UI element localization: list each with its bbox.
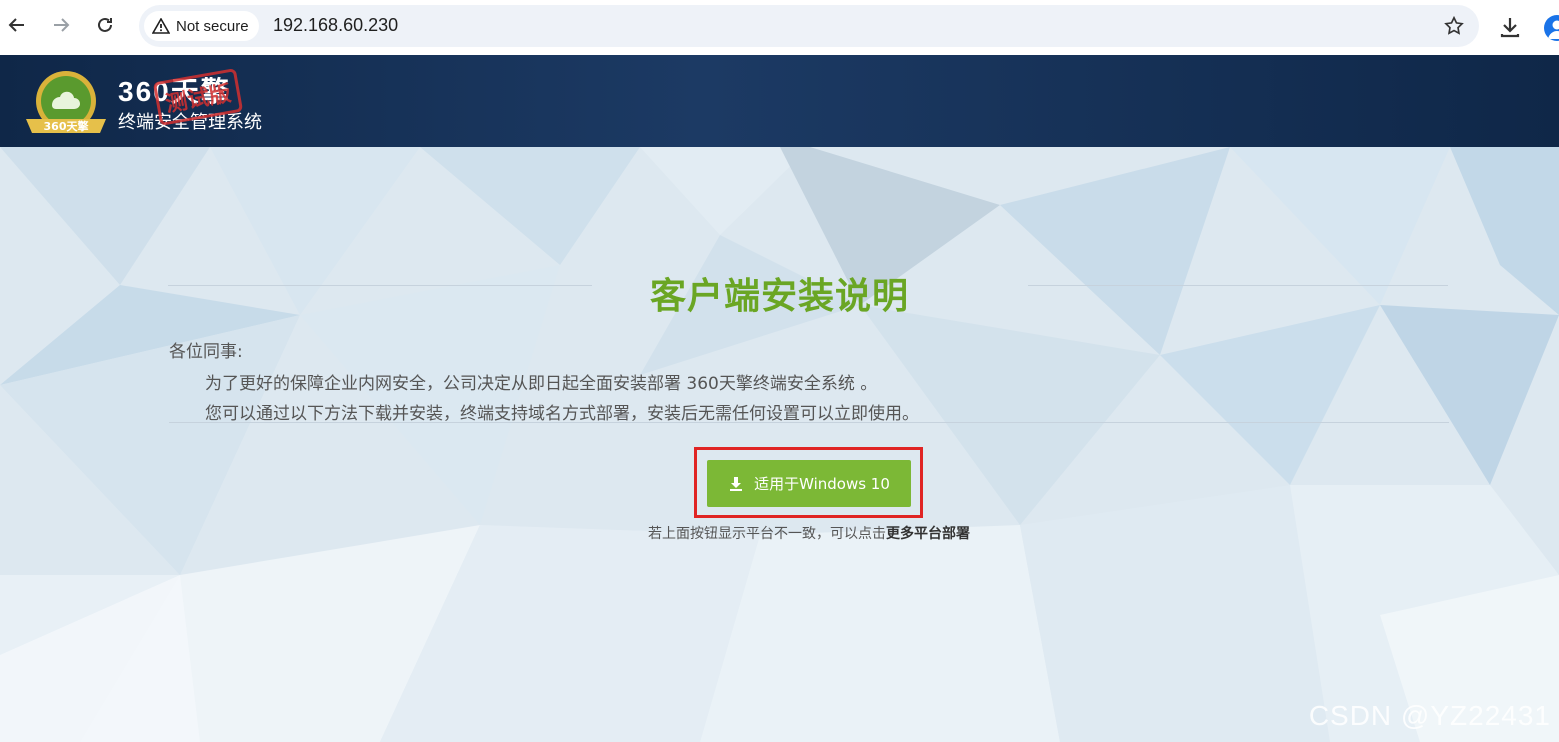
url-text[interactable]: 192.168.60.230: [273, 15, 398, 36]
downloads-icon[interactable]: [1497, 14, 1523, 40]
greeting-text: 各位同事:: [169, 342, 243, 362]
security-chip[interactable]: Not secure: [144, 11, 259, 41]
security-chip-label: Not secure: [176, 17, 249, 35]
person-icon: [1548, 20, 1559, 39]
hint-text: 若上面按钮显示平台不一致，可以点击: [648, 526, 886, 542]
reload-icon: [98, 17, 112, 32]
web-page: 360天擎 360天擎 终端安全管理系统 测试版 客户端安装说明 各位同事: 为…: [0, 55, 1559, 742]
forward-button[interactable]: [44, 8, 78, 42]
profile-avatar[interactable]: [1544, 15, 1559, 41]
platform-hint: 若上面按钮显示平台不一致，可以点击更多平台部署: [0, 523, 1559, 543]
warning-icon: [152, 18, 170, 34]
more-platforms-link[interactable]: 更多平台部署: [886, 526, 970, 542]
intro-paragraph-2: 您可以通过以下方法下载并安装，终端支持域名方式部署，安装后无需任何设置可以立即使…: [205, 404, 919, 424]
address-bar[interactable]: Not secure 192.168.60.230: [139, 5, 1479, 47]
page-title: 客户端安装说明: [649, 276, 909, 317]
download-icon: [730, 476, 743, 491]
csdn-watermark: CSDN @YZ22431: [1308, 700, 1551, 731]
download-button-label: 适用于Windows 10: [754, 475, 890, 493]
back-arrow-icon: [8, 18, 24, 32]
badge-text: 360天擎: [44, 119, 89, 133]
site-header: 360天擎 360天擎 终端安全管理系统 测试版: [0, 55, 1559, 147]
forward-arrow-icon: [54, 18, 70, 32]
intro-paragraph-1: 为了更好的保障企业内网安全，公司决定从即日起全面安装部署 360天擎终端安全系统…: [205, 374, 878, 394]
download-windows-button[interactable]: 适用于Windows 10: [707, 460, 911, 507]
bookmark-star-icon[interactable]: [1443, 15, 1465, 37]
reload-button[interactable]: [88, 8, 122, 42]
install-instructions: 客户端安装说明 各位同事: 为了更好的保障企业内网安全，公司决定从即日起全面安装…: [0, 147, 1559, 742]
section-divider: [169, 422, 1449, 423]
stamp-text: 测试版: [163, 81, 234, 118]
product-badge-icon: 360天擎: [26, 71, 106, 133]
browser-toolbar: Not secure 192.168.60.230: [0, 0, 1559, 55]
back-button[interactable]: [0, 8, 34, 42]
